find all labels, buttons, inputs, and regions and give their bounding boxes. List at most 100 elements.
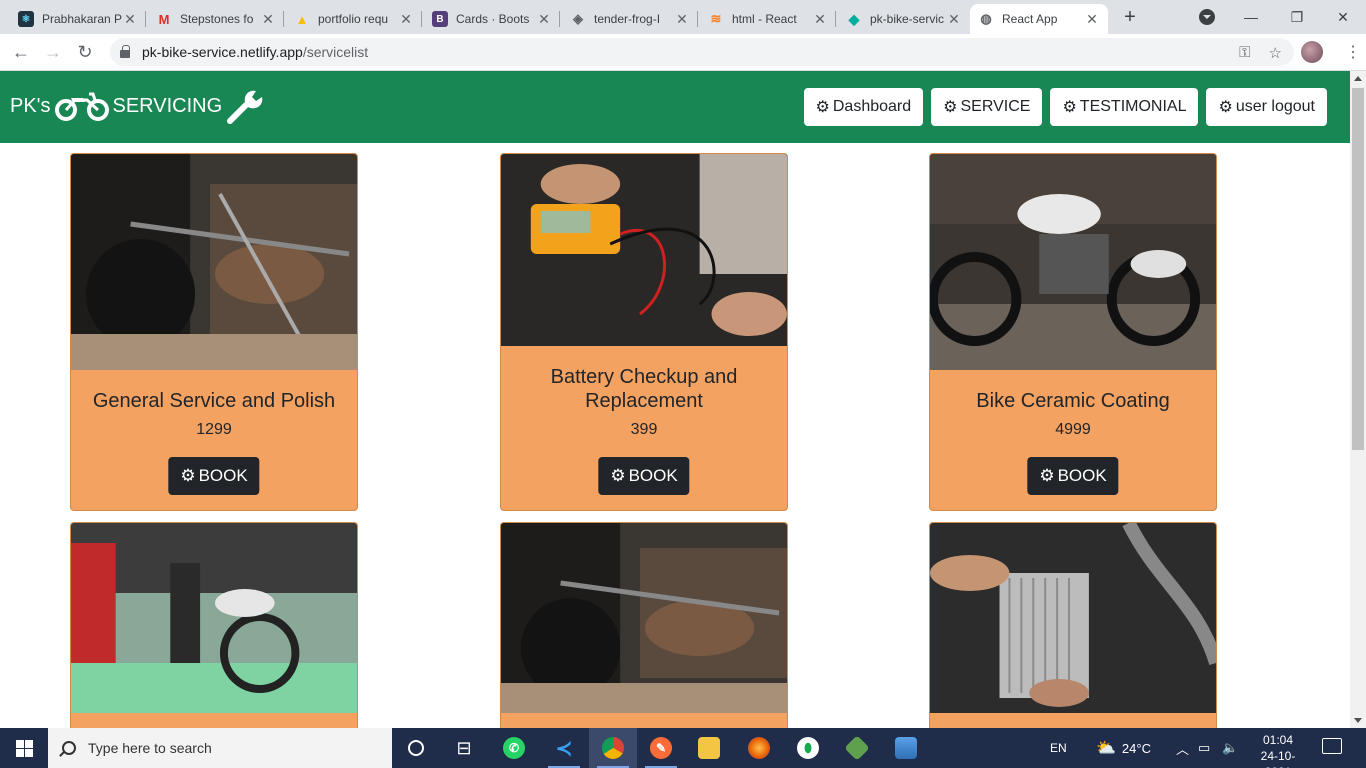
user-logout-button[interactable]: ⚙ user logout: [1206, 88, 1327, 126]
vscode-icon[interactable]: ≺: [540, 728, 588, 768]
close-tab-icon[interactable]: ✕: [260, 11, 276, 28]
scroll-up-icon[interactable]: [1354, 76, 1362, 81]
netlify-favicon-icon: ◆: [848, 10, 860, 27]
google-drive-favicon-icon: ▲: [295, 11, 309, 27]
radiator-repair-image: [930, 523, 1216, 713]
app-navbar: PK's SERVICING ⚙ Dashboard ⚙ SERVICE ⚙ TEST…: [0, 71, 1350, 143]
weather-widget[interactable]: ⛅ 24°C: [1096, 728, 1151, 768]
address-bar[interactable]: pk-bike-service.netlify.app/servicelist …: [110, 38, 1294, 66]
bookmark-star-icon[interactable]: ☆: [1269, 44, 1282, 62]
lock-icon[interactable]: [120, 45, 130, 58]
browser-tab[interactable]: ◈ tender-frog-I ✕: [562, 4, 698, 34]
dashboard-button[interactable]: ⚙ Dashboard: [803, 88, 924, 126]
whatsapp-icon[interactable]: ✆: [490, 728, 538, 768]
book-button[interactable]: ⚙ BOOK: [598, 457, 690, 495]
close-tab-icon[interactable]: ✕: [1084, 11, 1100, 28]
battery-multimeter-image: [501, 154, 787, 346]
motorcycle-icon: [54, 92, 109, 121]
battery-icon[interactable]: ▭: [1198, 728, 1210, 768]
service-button[interactable]: ⚙ SERVICE: [931, 88, 1043, 126]
service-card: [70, 522, 358, 728]
gears-icon: ⚙: [1218, 99, 1233, 116]
gears-icon: ⚙: [1062, 99, 1077, 116]
motorcycle-image: [930, 154, 1216, 370]
postman-icon[interactable]: ✎: [637, 728, 685, 768]
service-card: General Service and Polish 1299 ⚙ BOOK: [70, 153, 358, 511]
bootstrap-favicon-icon: B: [432, 11, 448, 27]
close-tab-icon[interactable]: ✕: [122, 11, 138, 28]
globe-favicon-icon: ◍: [980, 11, 992, 26]
browser-tab[interactable]: ▲ portfolio requ ✕: [286, 4, 422, 34]
gears-icon: ⚙: [180, 466, 196, 485]
windows-logo-icon: [15, 739, 33, 757]
forward-icon[interactable]: →: [42, 41, 64, 63]
book-button[interactable]: ⚙ BOOK: [168, 457, 260, 495]
gears-icon: ⚙: [943, 99, 958, 116]
mongodb-compass-icon[interactable]: ⬮: [784, 728, 832, 768]
show-hidden-icons[interactable]: ︿: [1176, 728, 1189, 768]
url-text[interactable]: pk-bike-service.netlify.app/servicelist: [142, 44, 368, 60]
workshop-image: [71, 523, 357, 713]
browser-tab-active[interactable]: ◍ React App ✕: [970, 4, 1108, 34]
gears-icon: ⚙: [1039, 466, 1055, 485]
gears-icon: ⚙: [610, 466, 626, 485]
page-scrollbar[interactable]: [1350, 71, 1366, 728]
restore-icon[interactable]: ❐: [1274, 0, 1320, 34]
page-viewport: PK's SERVICING ⚙ Dashboard ⚙ SERVICE ⚙ TEST…: [0, 71, 1350, 728]
weather-cloud-icon: ⛅: [1096, 740, 1116, 757]
browser-tab[interactable]: ◆ pk-bike-servic ✕: [838, 4, 970, 34]
back-icon[interactable]: ←: [10, 41, 32, 63]
language-indicator[interactable]: EN: [1050, 728, 1067, 768]
search-icon: [62, 741, 76, 755]
profile-avatar[interactable]: [1301, 41, 1323, 63]
close-tab-icon[interactable]: ✕: [674, 11, 690, 28]
scroll-down-icon[interactable]: [1354, 718, 1362, 723]
file-explorer-icon[interactable]: [685, 728, 733, 768]
service-card: Bike Ceramic Coating 4999 ⚙ BOOK: [929, 153, 1217, 511]
brand-suffix: SERVICING: [112, 94, 223, 117]
service-card: [500, 522, 788, 728]
close-tab-icon[interactable]: ✕: [398, 11, 414, 28]
browser-tab[interactable]: B Cards · Boots ✕: [424, 4, 560, 34]
mechanic-tools-image: [501, 523, 787, 713]
volume-icon[interactable]: 🔈: [1222, 728, 1238, 768]
scrollbar-thumb[interactable]: [1352, 88, 1364, 450]
gears-icon: ⚙: [815, 99, 830, 116]
brand-prefix: PK's: [10, 94, 51, 117]
tab-search-icon[interactable]: [1199, 9, 1215, 25]
browser-tab[interactable]: M Stepstones fo ✕: [148, 4, 284, 34]
start-button[interactable]: [0, 728, 48, 768]
mechanic-tools-image: [71, 154, 357, 370]
react-favicon-icon: ⚛: [18, 11, 34, 27]
browser-menu-icon[interactable]: ⋮: [1345, 42, 1361, 62]
nodejs-icon[interactable]: [833, 728, 881, 768]
close-tab-icon[interactable]: ✕: [946, 11, 962, 28]
windows-taskbar: Type here to search ⊟ ✆ ≺ ✎ ⬮ EN ⛅ 24°C …: [0, 728, 1366, 768]
close-tab-icon[interactable]: ✕: [536, 11, 552, 28]
key-icon[interactable]: ⚿: [1239, 44, 1250, 62]
book-button[interactable]: ⚙ BOOK: [1027, 457, 1119, 495]
service-card: Battery Checkup and Replacement 399 ⚙ BOO…: [500, 153, 788, 511]
close-tab-icon[interactable]: ✕: [812, 11, 828, 28]
chrome-icon[interactable]: [589, 728, 637, 768]
cortana-icon[interactable]: [392, 728, 440, 768]
brand[interactable]: PK's SERVICING: [10, 87, 268, 125]
taskbar-clock[interactable]: 01:04 24-10-2021: [1250, 732, 1306, 768]
reload-icon[interactable]: ↻: [74, 41, 96, 63]
new-tab-button[interactable]: +: [1119, 6, 1141, 28]
stackoverflow-favicon-icon: ≋: [710, 11, 722, 26]
taskbar-search-box[interactable]: Type here to search: [48, 728, 392, 768]
codesandbox-favicon-icon: ◈: [573, 11, 583, 26]
task-view-icon[interactable]: ⊟: [440, 728, 488, 768]
browser-tab[interactable]: ⚛ Prabhakaran P ✕: [10, 4, 146, 34]
testimonial-button[interactable]: ⚙ TESTIMONIAL: [1050, 88, 1199, 126]
browser-tab[interactable]: ≋ html - React ✕: [700, 4, 836, 34]
notification-center-icon[interactable]: [1322, 738, 1342, 754]
minimize-icon[interactable]: —: [1228, 0, 1274, 34]
browser-tab-strip: ⚛ Prabhakaran P ✕ M Stepstones fo ✕ ▲ po…: [0, 0, 1366, 34]
wrench-icon: [227, 90, 263, 124]
browser-toolbar: ← → ↻ pk-bike-service.netlify.app/servic…: [0, 34, 1366, 71]
photos-icon[interactable]: [882, 728, 930, 768]
firefox-icon[interactable]: [735, 728, 783, 768]
close-window-icon[interactable]: ✕: [1320, 0, 1366, 34]
